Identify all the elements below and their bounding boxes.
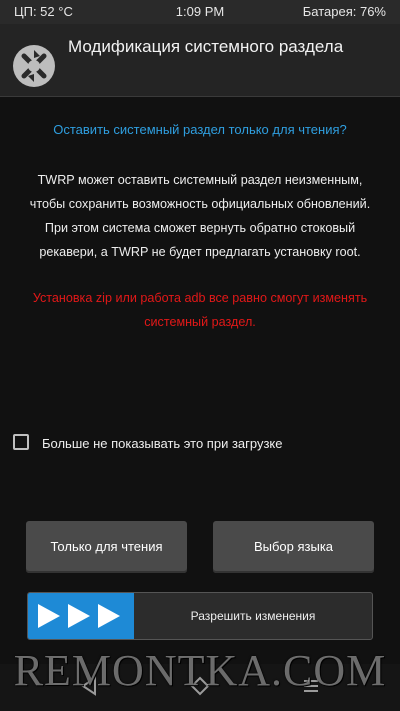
warning-line: системный раздел. <box>144 315 256 329</box>
body-line: рекавери, а TWRP не будет предлагать уст… <box>39 245 361 259</box>
dont-show-again-checkbox[interactable] <box>13 434 29 450</box>
header: Модификация системного раздела <box>0 24 400 97</box>
swipe-label: Разрешить изменения <box>190 609 316 623</box>
warning-text: Установка zip или работа adb все равно с… <box>18 286 382 334</box>
body-line: При этом система сможет вернуть обратно … <box>44 221 356 235</box>
body-line: чтобы сохранить возможность официальных … <box>29 197 371 211</box>
menu-icon[interactable] <box>302 676 320 696</box>
body-line: TWRP может оставить системный раздел неи… <box>37 173 363 187</box>
dialog-question: Оставить системный раздел только для чте… <box>53 122 347 137</box>
navigation-bar <box>0 664 400 711</box>
dialog-body: TWRP может оставить системный раздел неи… <box>18 168 382 264</box>
select-language-button[interactable]: Выбор языка <box>213 521 374 573</box>
read-only-button[interactable]: Только для чтения <box>26 521 187 573</box>
status-bar: ЦП: 52 °C 1:09 PM Батарея: 76% <box>0 0 400 24</box>
battery-level: Батарея: 76% <box>302 4 386 19</box>
page-title: Модификация системного раздела <box>68 37 344 56</box>
swipe-handle[interactable] <box>28 593 134 639</box>
home-icon[interactable] <box>190 676 210 696</box>
swipe-to-allow-modifications[interactable]: Разрешить изменения <box>27 592 373 640</box>
back-icon[interactable] <box>80 676 98 696</box>
twrp-logo-icon <box>13 45 55 87</box>
triple-arrow-right-icon <box>38 604 120 628</box>
warning-line: Установка zip или работа adb все равно с… <box>32 291 368 305</box>
dont-show-again-label[interactable]: Больше не показывать это при загрузке <box>42 436 282 451</box>
